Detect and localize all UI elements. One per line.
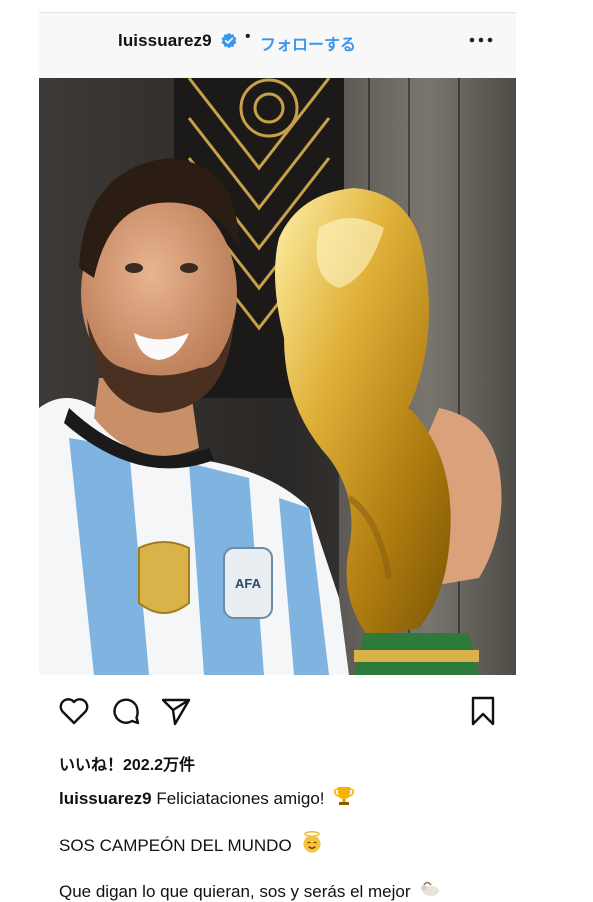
more-options-icon[interactable] [469,35,493,45]
post-header: luissuarez9 • フォローする [39,12,516,79]
trophy-emoji [334,787,355,805]
header-separator: • [245,28,251,45]
caption-username[interactable]: luissuarez9 [59,789,152,808]
svg-text:AFA: AFA [235,576,262,591]
goat-emoji [421,881,440,896]
caption-text-1: Feliciataciones amigo! [156,789,325,808]
post-photo[interactable]: AFA [39,78,516,675]
caption-text-2: SOS CAMPEÓN DEL MUNDO [59,836,292,855]
verified-badge-icon [221,32,237,49]
caption-line-1: luissuarez9 Feliciataciones amigo! [59,785,355,809]
instagram-post: luissuarez9 • フォローする AFA いいね！202.2万件 lui… [39,12,516,901]
likes-count[interactable]: いいね！202.2万件 [59,751,195,775]
send-icon[interactable] [160,695,192,727]
post-username[interactable]: luissuarez9 [118,31,212,51]
bookmark-icon[interactable] [467,695,499,727]
caption-line-2: SOS CAMPEÓN DEL MUNDO [59,830,324,856]
heart-icon[interactable] [58,695,90,727]
post-actions [39,695,516,729]
caption-line-3: Que digan lo que quieran, sos y serás el… [59,876,443,902]
halo-face-emoji [303,830,321,853]
comment-icon[interactable] [110,695,142,727]
follow-button[interactable]: フォローする [260,31,356,55]
